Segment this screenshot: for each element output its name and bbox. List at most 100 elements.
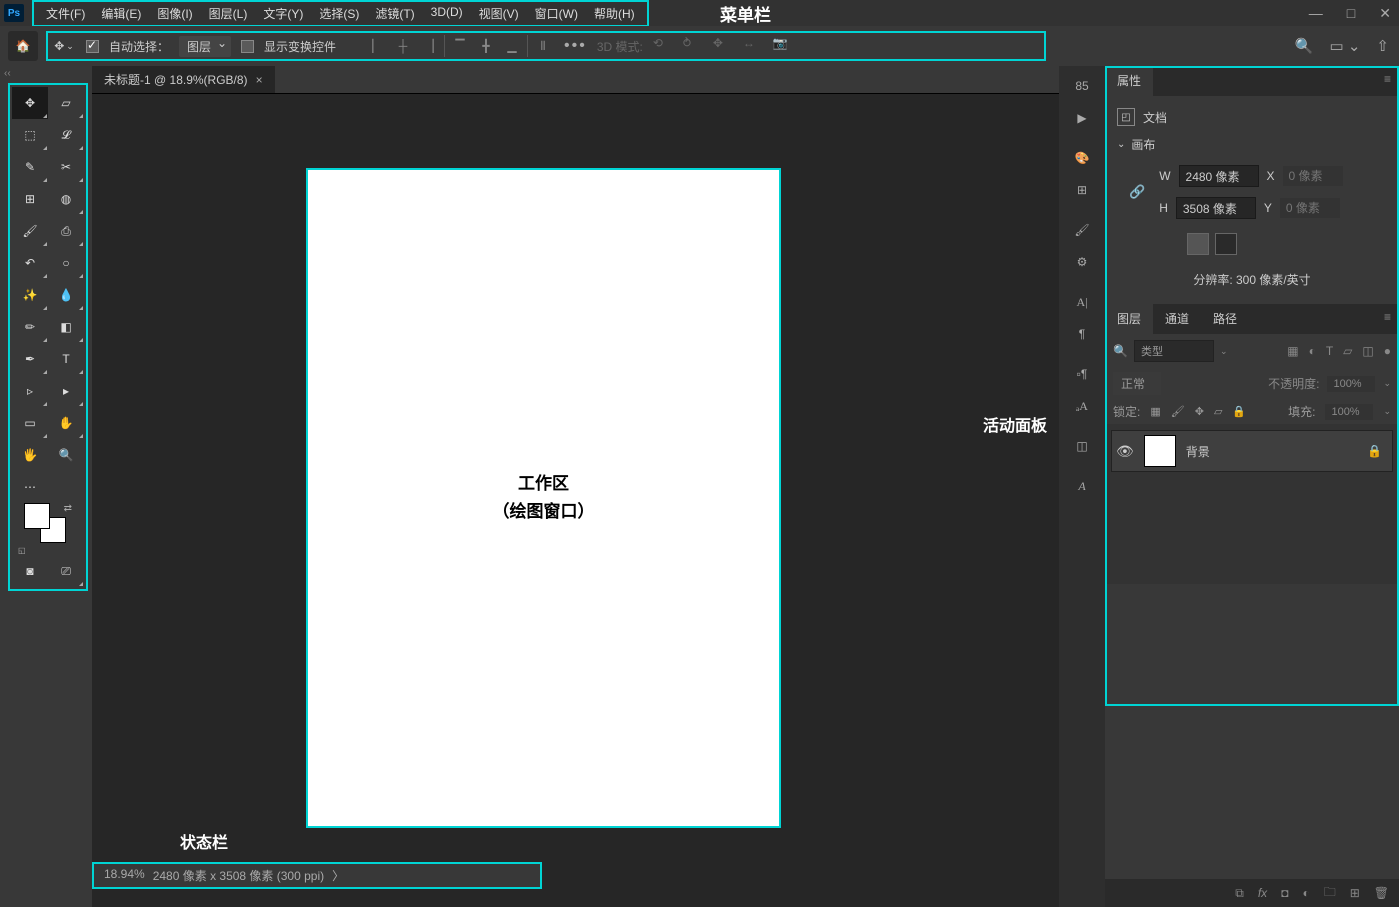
layer-name[interactable]: 背景 — [1186, 443, 1210, 460]
layer-thumbnail[interactable] — [1144, 435, 1176, 467]
zoom-level[interactable]: 18.94% — [104, 867, 145, 884]
layer-lock-icon[interactable]: 🔒 — [1367, 444, 1382, 458]
align-center-v-icon[interactable]: ╋ — [475, 35, 497, 57]
artboard-tool[interactable]: ▱ — [48, 87, 84, 119]
rotate-tool[interactable]: 🖐 — [12, 439, 48, 471]
panel-icon-style[interactable]: ₐA — [1064, 390, 1100, 422]
menu-image[interactable]: 图像(I) — [149, 3, 200, 24]
menu-filter[interactable]: 滤镜(T) — [367, 3, 422, 24]
status-bar[interactable]: 18.94% 2480 像素 x 3508 像素 (300 ppi) 〉 — [92, 862, 542, 889]
link-layers-icon[interactable]: ⧉ — [1235, 886, 1244, 901]
lock-transparency-icon[interactable]: ▦ — [1150, 405, 1160, 418]
menu-file[interactable]: 文件(F) — [38, 3, 93, 24]
filter-type-icon[interactable]: T — [1326, 344, 1333, 358]
canvas[interactable]: 工作区 （绘图窗口） — [306, 168, 781, 828]
frame-tool[interactable]: ⊞ — [12, 183, 48, 215]
healing-tool[interactable]: ◍ — [48, 183, 84, 215]
minimize-icon[interactable]: — — [1309, 5, 1323, 22]
tab-properties[interactable]: 属性 — [1105, 66, 1153, 96]
menu-select[interactable]: 选择(S) — [311, 3, 367, 24]
align-center-h-icon[interactable]: ┼ — [392, 35, 414, 57]
lasso-tool[interactable]: 𝓛 — [48, 119, 84, 151]
portrait-icon[interactable] — [1187, 233, 1209, 255]
quickmask-tool[interactable]: ◙ — [12, 555, 48, 587]
filter-adjust-icon[interactable]: ◐ — [1309, 344, 1316, 358]
color-swatches[interactable]: ⇄ ◱ — [12, 503, 84, 555]
auto-select-checkbox[interactable] — [86, 40, 99, 53]
hand-tool[interactable]: ✋ — [48, 407, 84, 439]
align-left-icon[interactable]: ▏ — [366, 35, 388, 57]
document-tab[interactable]: 未标题-1 @ 18.9%(RGB/8) × — [92, 66, 275, 93]
type-tool[interactable]: T — [48, 343, 84, 375]
search-icon[interactable]: 🔍 — [1295, 37, 1314, 55]
doc-info[interactable]: 2480 像素 x 3508 像素 (300 ppi) — [153, 867, 324, 884]
3d-camera-icon[interactable]: 📷 — [773, 36, 793, 56]
path-tool[interactable]: ▹ — [12, 375, 48, 407]
tab-close-icon[interactable]: × — [256, 73, 263, 87]
align-right-icon[interactable]: ▕ — [418, 35, 440, 57]
3d-roll-icon[interactable]: ⥁ — [683, 36, 703, 56]
align-top-icon[interactable]: ▔ — [449, 35, 471, 57]
panel-menu-icon[interactable]: ≡ — [1376, 66, 1399, 96]
new-layer-icon[interactable]: ⊞ — [1350, 886, 1360, 900]
landscape-icon[interactable] — [1215, 233, 1237, 255]
toolbar-collapse-icon[interactable]: ‹‹ — [4, 68, 11, 79]
panel-icon-adjust[interactable]: ⚙ — [1064, 246, 1100, 278]
menu-view[interactable]: 视图(V) — [471, 3, 527, 24]
group-icon[interactable]: 🗀 — [1324, 883, 1336, 904]
distribute-icon[interactable]: ⫴ — [532, 35, 554, 57]
screenmode-tool[interactable]: ⎚ — [48, 555, 84, 587]
lock-image-icon[interactable]: 🖌 — [1171, 405, 1185, 418]
panel-icon-char[interactable]: A| — [1064, 286, 1100, 318]
zoom-tool[interactable]: 🔍 — [48, 439, 84, 471]
gradient-tool[interactable]: ✏ — [12, 311, 48, 343]
tab-layers[interactable]: 图层 — [1105, 304, 1153, 334]
delete-icon[interactable]: 🗑 — [1374, 886, 1389, 900]
target-dropdown[interactable]: 图层 — [179, 36, 231, 57]
eraser-tool[interactable]: ◧ — [48, 311, 84, 343]
3d-orbit-icon[interactable]: ⟲ — [653, 36, 673, 56]
brush-tool[interactable]: 🖌 — [12, 215, 48, 247]
status-arrow-icon[interactable]: 〉 — [332, 867, 344, 884]
panel-icon-clip[interactable]: ▫¶ — [1064, 358, 1100, 390]
lock-artboard-icon[interactable]: ▱ — [1214, 405, 1222, 418]
adjustment-icon[interactable]: ◐ — [1302, 886, 1309, 900]
edit-toolbar[interactable]: ⋯ — [12, 471, 48, 503]
link-icon[interactable]: 🔗 — [1129, 184, 1145, 200]
shape-tool[interactable]: ▭ — [12, 407, 48, 439]
panel-icon-play[interactable]: ▶ — [1064, 102, 1100, 134]
chevron-down-icon[interactable]: ⌄ — [1117, 139, 1125, 150]
layer-item[interactable]: 👁 背景 🔒 — [1111, 430, 1393, 472]
eyedropper-tool[interactable]: ✎ — [12, 151, 48, 183]
share-icon[interactable]: ⇧ — [1376, 37, 1389, 55]
direct-select-tool[interactable]: ▸ — [48, 375, 84, 407]
history-brush-tool[interactable]: ↶ — [12, 247, 48, 279]
filter-smart-icon[interactable]: ◫ — [1362, 344, 1373, 358]
home-button[interactable]: 🏠 — [8, 31, 38, 61]
lock-all-icon[interactable]: 🔒 — [1232, 405, 1246, 418]
filter-shape-icon[interactable]: ▱ — [1343, 344, 1352, 358]
eyedrop2-tool[interactable]: 💧 — [48, 279, 84, 311]
show-transform-checkbox[interactable] — [241, 40, 254, 53]
panel-icon-brush[interactable]: 🖌 — [1064, 214, 1100, 246]
menu-3d[interactable]: 3D(D) — [423, 3, 471, 24]
move-tool[interactable]: ✥ — [12, 87, 48, 119]
more-options-icon[interactable]: ••• — [564, 37, 587, 55]
menu-layer[interactable]: 图层(L) — [201, 3, 256, 24]
blend-mode-dropdown[interactable]: 正常 — [1113, 372, 1161, 395]
3d-pan-icon[interactable]: ✥ — [713, 36, 733, 56]
panel-icon-lib[interactable]: ◫ — [1064, 430, 1100, 462]
menu-edit[interactable]: 编辑(E) — [93, 3, 149, 24]
marquee-tool[interactable]: ⬚ — [12, 119, 48, 151]
tab-paths[interactable]: 路径 — [1201, 304, 1249, 334]
panel-icon-para[interactable]: ¶ — [1064, 318, 1100, 350]
swap-colors-icon[interactable]: ⇄ — [64, 503, 72, 514]
visibility-icon[interactable]: 👁 — [1116, 443, 1134, 460]
lock-position-icon[interactable]: ✥ — [1195, 405, 1204, 418]
menu-help[interactable]: 帮助(H) — [586, 3, 643, 24]
panel-icon-85[interactable]: 85 — [1064, 70, 1100, 102]
tab-channels[interactable]: 通道 — [1153, 304, 1201, 334]
layers-menu-icon[interactable]: ≡ — [1376, 304, 1399, 334]
default-colors-icon[interactable]: ◱ — [18, 546, 26, 555]
fx-icon[interactable]: fx — [1258, 886, 1267, 900]
